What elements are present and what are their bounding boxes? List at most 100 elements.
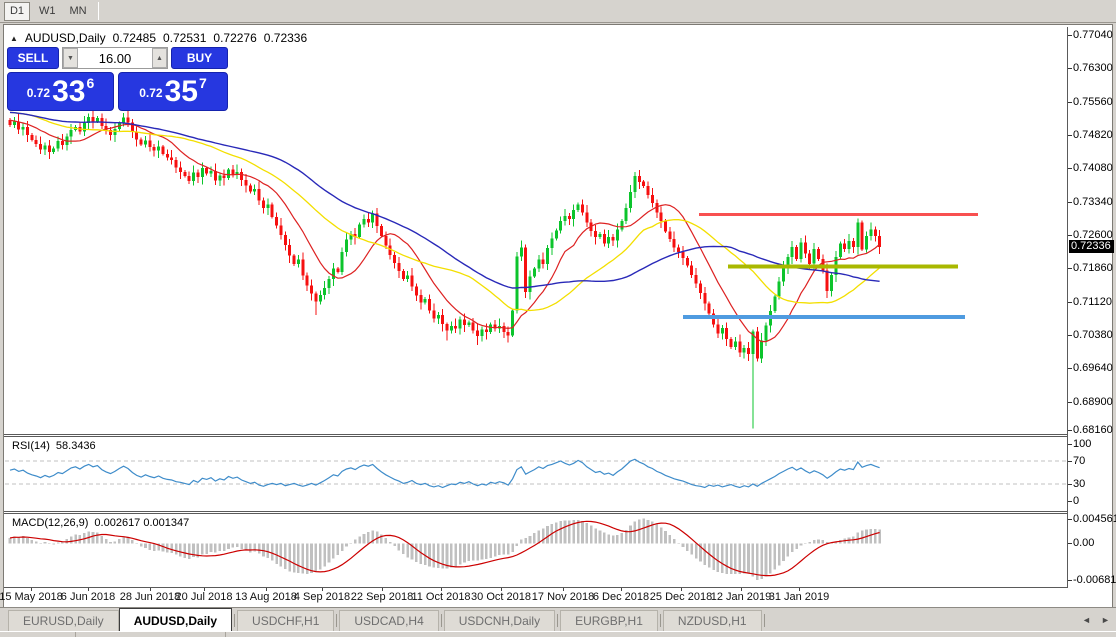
toolbar-separator (98, 2, 99, 20)
tab-usdcnh-daily[interactable]: USDCNH,Daily (444, 610, 555, 631)
sell-price-big: 33 (52, 77, 85, 107)
rsi-axis-label: 70 (1073, 455, 1085, 467)
tab-usdcad-h4[interactable]: USDCAD,H4 (339, 610, 438, 631)
axis-tick (1068, 543, 1072, 544)
x-axis-date-label: 28 Jun 2018 (120, 591, 181, 603)
x-axis-tick (204, 588, 205, 591)
timeframe-toolbar: D1 W1 MN (0, 0, 1116, 23)
x-axis-date-label: 13 Aug 2018 (235, 591, 297, 603)
rsi-label-row: RSI(14) 58.3436 (12, 440, 96, 452)
x-axis-date-label: 30 Oct 2018 (471, 591, 531, 603)
axis-tick (1068, 368, 1072, 369)
x-axis-date-label: 15 May 2018 (0, 591, 63, 603)
rsi-axis-label: 30 (1073, 478, 1085, 490)
chart-tab-bar: EURUSD,Daily AUDUSD,Daily USDCHF,H1 USDC… (0, 607, 1116, 631)
x-axis-date-label: 20 Jul 2018 (176, 591, 233, 603)
sell-button[interactable]: SELL (7, 47, 59, 69)
sell-price-box[interactable]: 0.72 33 6 (7, 72, 114, 111)
one-click-trading-panel: SELL ▼ ▲ BUY 0.72 33 6 0.72 35 7 (7, 47, 228, 111)
sell-price-pip: 6 (86, 75, 94, 91)
macd-label-row: MACD(12,26,9) 0.002617 0.001347 (12, 517, 189, 529)
axis-tick (1068, 519, 1072, 520)
price-axis-label: 0.71120 (1073, 296, 1112, 308)
tab-usdchf-h1[interactable]: USDCHF,H1 (237, 610, 334, 631)
volume-increase-icon[interactable]: ▲ (152, 48, 167, 68)
tab-nzdusd-h1[interactable]: NZDUSD,H1 (663, 610, 762, 631)
price-axis-label: 0.73340 (1073, 196, 1113, 208)
x-axis-tick (382, 588, 383, 591)
x-axis-tick (150, 588, 151, 591)
tab-scroll-left-icon[interactable]: ◄ (1082, 615, 1091, 625)
axis-tick (1068, 35, 1072, 36)
tab-separator (557, 614, 558, 627)
rsi-axis-label: 0 (1073, 495, 1079, 507)
status-separator (75, 632, 76, 637)
current-price-badge: 0.72336 (1069, 240, 1114, 253)
trading-platform-window: D1 W1 MN 0.770400.763000.755600.748200.7… (0, 0, 1116, 636)
ohlc-close-value: 0.72336 (264, 31, 307, 45)
x-axis-date-label: 12 Jan 2019 (711, 591, 772, 603)
ohlc-open-value: 0.72485 (113, 31, 156, 45)
axis-tick (1068, 268, 1072, 269)
tab-separator (660, 614, 661, 627)
macd-axis-label: 0.00 (1073, 537, 1094, 549)
tab-separator (234, 614, 235, 627)
x-axis-tick (681, 588, 682, 591)
axis-tick (1068, 302, 1072, 303)
x-axis-date-label: 6 Jun 2018 (61, 591, 115, 603)
volume-stepper: ▼ ▲ (62, 47, 168, 69)
volume-decrease-icon[interactable]: ▼ (63, 48, 78, 68)
price-axis-label: 0.74080 (1073, 162, 1113, 174)
buy-price-prefix: 0.72 (139, 86, 162, 100)
x-axis-tick (799, 588, 800, 591)
rsi-label: RSI(14) (12, 440, 50, 452)
buy-price-pip: 7 (199, 75, 207, 91)
price-axis-label: 0.71860 (1073, 262, 1113, 274)
panel-splitter[interactable] (4, 511, 1112, 512)
timeframe-button-mn[interactable]: MN (65, 2, 92, 21)
x-axis-date-label: 22 Sep 2018 (351, 591, 413, 603)
x-axis-date-label: 11 Oct 2018 (411, 591, 470, 603)
axis-tick (1068, 235, 1072, 236)
x-axis-tick (31, 588, 32, 591)
price-axis-label: 0.77040 (1073, 29, 1113, 41)
timeframe-button-d1[interactable]: D1 (4, 2, 30, 21)
buy-price-box[interactable]: 0.72 35 7 (118, 72, 228, 111)
ohlc-high-value: 0.72531 (163, 31, 206, 45)
buy-button[interactable]: BUY (171, 47, 228, 69)
macd-current-values: 0.002617 0.001347 (94, 517, 189, 529)
panel-splitter[interactable] (4, 434, 1112, 435)
tab-eurusd-daily[interactable]: EURUSD,Daily (8, 610, 119, 631)
axis-tick (1068, 501, 1072, 502)
axis-tick (1068, 461, 1072, 462)
x-axis-tick (88, 588, 89, 591)
tab-audusd-daily[interactable]: AUDUSD,Daily (119, 608, 232, 632)
volume-input[interactable] (78, 48, 152, 68)
time-axis: 15 May 20186 Jun 201828 Jun 201820 Jul 2… (4, 588, 1112, 607)
chart-header: ▲ AUDUSD,Daily 0.72485 0.72531 0.72276 0… (10, 31, 307, 45)
price-axis-label: 0.75560 (1073, 96, 1113, 108)
tab-separator (336, 614, 337, 627)
chart-symbol-label: AUDUSD,Daily (25, 31, 106, 45)
rsi-indicator-panel[interactable] (5, 437, 1067, 511)
macd-axis-label: 0.004561 (1073, 513, 1116, 525)
axis-tick (1068, 402, 1072, 403)
timeframe-button-w1[interactable]: W1 (34, 2, 61, 21)
tab-eurgbp-h1[interactable]: EURGBP,H1 (560, 610, 658, 631)
price-axis-label: 0.68900 (1073, 396, 1113, 408)
axis-tick (1068, 430, 1072, 431)
rsi-current-value: 58.3436 (56, 440, 96, 452)
price-axis: 0.770400.763000.755600.748200.740800.733… (1067, 27, 1112, 606)
status-separator (225, 632, 226, 637)
x-axis-date-label: 6 Dec 2018 (593, 591, 649, 603)
x-axis-tick (266, 588, 267, 591)
axis-tick (1068, 68, 1072, 69)
x-axis-date-label: 31 Jan 2019 (769, 591, 830, 603)
tab-scroll-right-icon[interactable]: ► (1101, 615, 1110, 625)
sell-price-prefix: 0.72 (27, 86, 50, 100)
x-axis-tick (563, 588, 564, 591)
axis-tick (1068, 102, 1072, 103)
collapse-chart-icon[interactable]: ▲ (10, 34, 18, 43)
price-axis-label: 0.70380 (1073, 329, 1113, 341)
macd-axis-label: -0.006819 (1073, 574, 1116, 586)
